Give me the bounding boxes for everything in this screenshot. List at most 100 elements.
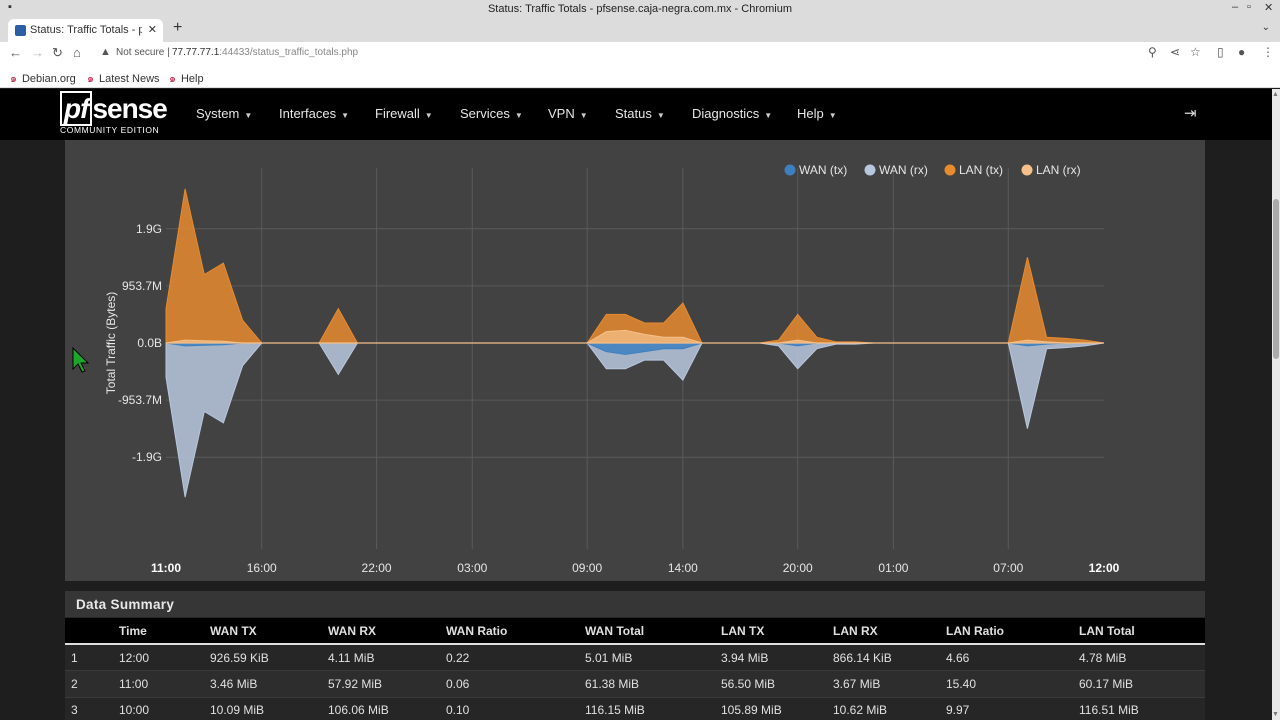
bookmark-debian[interactable]: ๑ Debian.org	[10, 69, 76, 87]
chevron-down-icon: ▼	[514, 111, 523, 120]
legend-swatch[interactable]	[944, 164, 956, 176]
column-header-lan-rx[interactable]: LAN RX	[833, 618, 946, 645]
bookmark-latest-news[interactable]: ๑ Latest News	[87, 69, 160, 87]
profile-icon[interactable]: ●	[1238, 45, 1245, 59]
x-tick-label: 01:00	[878, 561, 908, 575]
maximize-icon[interactable]: ▫	[1247, 1, 1251, 13]
reload-icon[interactable]: ↻	[52, 45, 63, 61]
page-scrollbar[interactable]: ▲ ▼	[1272, 89, 1280, 720]
table-cell: 9.97	[946, 697, 1079, 720]
address-bar[interactable]: 77.77.77.1:44433/status_traffic_totals.p…	[172, 47, 358, 58]
menu-system[interactable]: System ▼	[196, 106, 252, 121]
column-header-lan-tx[interactable]: LAN TX	[721, 618, 833, 645]
traffic-totals-chart: 1.9G 953.7M 0.0B -953.7M -1.9G 11:00 16:00 22:0…	[104, 163, 1120, 575]
back-icon[interactable]: ←	[9, 45, 22, 60]
menu-status[interactable]: Status ▼	[615, 106, 665, 121]
side-panel-icon[interactable]: ▯	[1217, 45, 1224, 59]
browser-tab[interactable]: Status: Traffic Totals - pfSense ✕	[8, 19, 163, 42]
menu-services[interactable]: Services ▼	[460, 106, 523, 121]
legend-swatch[interactable]	[864, 164, 876, 176]
close-window-icon[interactable]: ✕	[1264, 1, 1273, 14]
series-area-wan-rx	[165, 342, 1105, 498]
table-header-row: Time WAN TX WAN RX WAN Ratio WAN Total LAN TX…	[65, 618, 1205, 645]
menu-help[interactable]: Help ▼	[797, 106, 837, 121]
pfsense-navbar: pf sense COMMUNITY EDITION System ▼ Interf…	[0, 89, 1272, 140]
table-cell: 2	[65, 670, 119, 698]
table-cell: 15.40	[946, 670, 1079, 698]
logout-icon[interactable]: ⇥	[1184, 104, 1197, 122]
data-summary-header: Data Summary	[65, 591, 1205, 617]
x-tick-label: 07:00	[993, 561, 1023, 575]
table-cell: 4.11 MiB	[328, 644, 446, 671]
legend-label[interactable]: LAN (rx)	[1036, 163, 1081, 177]
pfsense-favicon-icon	[15, 25, 26, 36]
table-cell: 926.59 KiB	[210, 644, 328, 671]
forward-icon[interactable]: →	[31, 45, 44, 60]
bookmarks-bar: ๑ Debian.org ๑ Latest News ๑ Help	[0, 64, 1280, 88]
table-cell: 12:00	[119, 644, 210, 671]
column-header-lan-ratio[interactable]: LAN Ratio	[946, 618, 1079, 645]
logo-pf: pf	[60, 91, 93, 126]
column-header-lan-total[interactable]: LAN Total	[1079, 618, 1205, 645]
x-tick-label: 12:00	[1089, 561, 1120, 575]
minimize-icon[interactable]: ‒	[1232, 1, 1238, 13]
column-header-wan-total[interactable]: WAN Total	[585, 618, 721, 645]
legend-swatch[interactable]	[784, 164, 796, 176]
menu-diagnostics[interactable]: Diagnostics ▼	[692, 106, 772, 121]
menu-vpn[interactable]: VPN ▼	[548, 106, 588, 121]
table-cell: 105.89 MiB	[721, 697, 833, 720]
scrollbar-thumb[interactable]	[1273, 199, 1279, 359]
menu-interfaces[interactable]: Interfaces ▼	[279, 106, 349, 121]
tab-strip: Status: Traffic Totals - pfSense ✕ + ⌄	[0, 18, 1280, 42]
chevron-down-icon: ▼	[579, 111, 588, 120]
page-content: pf sense COMMUNITY EDITION System ▼ Interf…	[0, 89, 1272, 720]
window-titlebar: ▪ Status: Traffic Totals - pfsense.caja-…	[0, 0, 1280, 18]
series-area-lan-rx	[165, 329, 1104, 344]
table-cell: 1	[65, 644, 119, 671]
bookmark-help[interactable]: ๑ Help	[169, 69, 204, 87]
column-header-wan-ratio[interactable]: WAN Ratio	[446, 618, 585, 645]
column-header-index[interactable]	[65, 618, 119, 645]
chevron-down-icon: ▼	[244, 111, 253, 120]
column-header-wan-rx[interactable]: WAN RX	[328, 618, 446, 645]
series-area-lan-tx	[165, 188, 1105, 344]
x-tick-label: 14:00	[668, 561, 698, 575]
y-tick-label: 953.7M	[122, 279, 162, 293]
bookmark-star-icon[interactable]: ☆	[1190, 45, 1201, 59]
column-header-time[interactable]: Time	[119, 618, 210, 645]
y-tick-label: -953.7M	[118, 393, 162, 407]
table-row: 3 10:00 10.09 MiB 106.06 MiB 0.10 116.15 MiB 1…	[65, 697, 1205, 720]
legend-swatch[interactable]	[1021, 164, 1033, 176]
legend-label[interactable]: LAN (tx)	[959, 163, 1003, 177]
browser-menu-icon[interactable]: ⋮	[1262, 45, 1274, 59]
scroll-down-icon[interactable]: ▼	[1272, 711, 1279, 718]
security-label[interactable]: Not secure |	[116, 47, 170, 58]
debian-icon: ๑	[10, 73, 17, 85]
new-tab-icon[interactable]: +	[173, 19, 182, 37]
logo-edition: COMMUNITY EDITION	[60, 125, 160, 135]
chevron-down-icon: ▼	[341, 111, 350, 120]
y-tick-label: 0.0B	[137, 336, 162, 350]
pfsense-logo[interactable]: pf sense COMMUNITY EDITION	[60, 91, 168, 135]
logo-sense: sense	[92, 93, 167, 124]
chevron-down-icon: ▼	[828, 111, 837, 120]
table-cell: 3.67 MiB	[833, 670, 946, 698]
menu-firewall[interactable]: Firewall ▼	[375, 106, 433, 121]
share-icon[interactable]: ⋖	[1170, 45, 1180, 59]
scroll-up-icon[interactable]: ▲	[1272, 91, 1279, 98]
table-cell: 116.15 MiB	[585, 697, 721, 720]
zoom-icon[interactable]: ⚲	[1148, 45, 1157, 59]
close-tab-icon[interactable]: ✕	[148, 23, 157, 36]
mouse-cursor-icon	[72, 347, 90, 373]
warning-icon[interactable]: ▲	[100, 46, 111, 58]
tab-search-icon[interactable]: ⌄	[1262, 22, 1270, 33]
legend-label[interactable]: WAN (tx)	[799, 163, 847, 177]
home-icon[interactable]: ⌂	[73, 45, 81, 60]
x-tick-label: 03:00	[457, 561, 487, 575]
table-cell: 3.46 MiB	[210, 670, 328, 698]
column-header-wan-tx[interactable]: WAN TX	[210, 618, 328, 645]
legend-label[interactable]: WAN (rx)	[879, 163, 928, 177]
chevron-down-icon: ▼	[764, 111, 773, 120]
window-title: Status: Traffic Totals - pfsense.caja-ne…	[487, 3, 793, 15]
url-host: 77.77.77.1	[172, 47, 220, 58]
